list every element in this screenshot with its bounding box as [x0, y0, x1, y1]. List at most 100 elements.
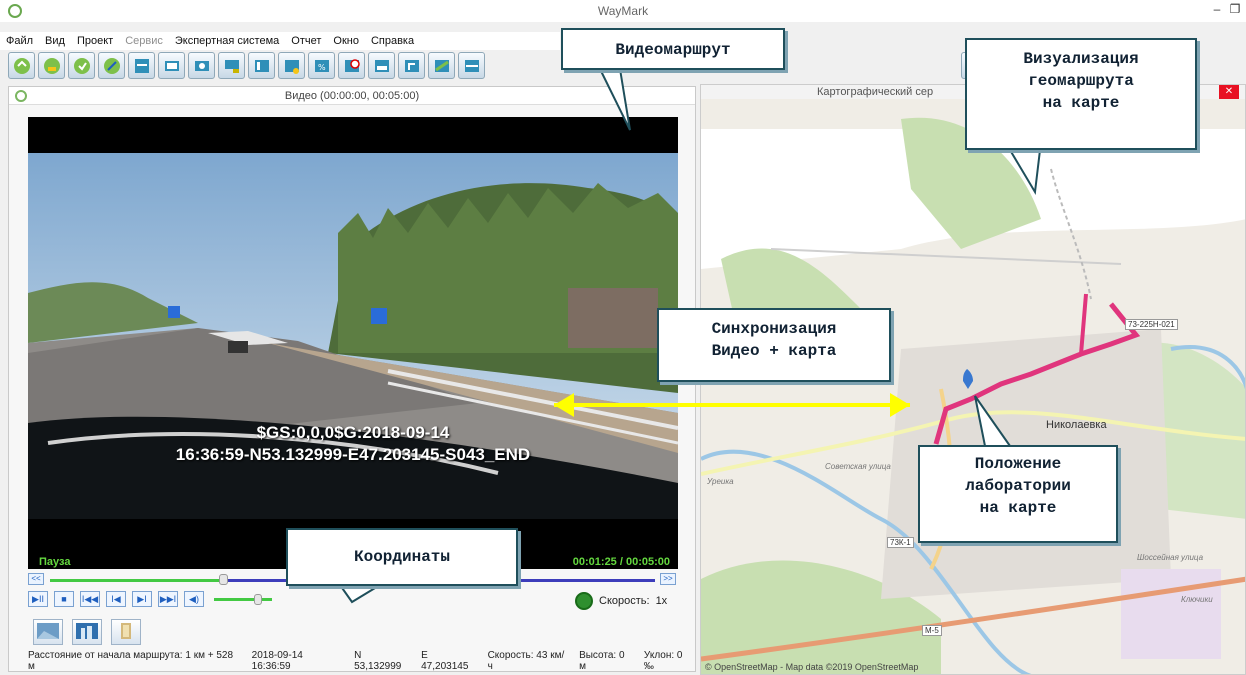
map-panel-title: Картографический сер: [817, 86, 934, 98]
toolbar-button[interactable]: [38, 52, 65, 79]
road-view-button[interactable]: [33, 619, 63, 645]
speed-value[interactable]: 1x: [656, 595, 668, 607]
seek-thumb[interactable]: [219, 574, 228, 585]
toolbar-button[interactable]: [188, 52, 215, 79]
menu-report[interactable]: Отчет: [285, 32, 327, 50]
menu-service[interactable]: Сервис: [119, 32, 169, 50]
map-street-label-1: Советская улица: [825, 462, 891, 471]
city-view-icon: [76, 623, 98, 639]
status-bar: Расстояние от начала маршрута: 1 км + 52…: [28, 650, 695, 672]
toolbar-button[interactable]: [158, 52, 185, 79]
map-road-label-1: 73-225Н-021: [1125, 319, 1178, 330]
menu-help[interactable]: Справка: [365, 32, 420, 50]
menu-window[interactable]: Окно: [327, 32, 365, 50]
volume-thumb[interactable]: [254, 593, 262, 605]
playback-time: 00:01:25 / 00:05:00: [572, 556, 670, 568]
road-view-icon: [37, 623, 59, 639]
playback-status: Пауза: [39, 556, 71, 568]
map-canvas[interactable]: [701, 99, 1246, 675]
toolbar-button[interactable]: [458, 52, 485, 79]
road-section-icon: [434, 59, 449, 72]
status-longitude: E 47,203145: [421, 650, 469, 672]
toolbar-button[interactable]: [368, 52, 395, 79]
toolbar-button[interactable]: [428, 52, 455, 79]
seek-forward-button[interactable]: >>: [660, 573, 676, 585]
road-defect-icon: [284, 59, 299, 74]
video-panel-title: Видео (00:00:00, 00:05:00): [284, 90, 420, 102]
menu-project[interactable]: Проект: [71, 32, 119, 50]
menu-expert-system[interactable]: Экспертная система: [169, 32, 285, 50]
road-window-icon: [254, 59, 269, 72]
lane-icon: [464, 59, 479, 72]
seek-track-played: [50, 579, 223, 582]
turn-icon: [404, 59, 419, 72]
playback-controls: ▶II ■ I◀◀ I◀ ▶I ▶▶I ◀): [28, 590, 272, 608]
seek-back-button[interactable]: <<: [28, 573, 44, 585]
video-window-icon: [164, 60, 179, 71]
toolbar-button[interactable]: [218, 52, 245, 79]
next-frame-button[interactable]: ▶I: [132, 591, 152, 607]
callout-sync: Синхронизация Видео + карта: [657, 308, 891, 382]
callout-map-line-1: Визуализация: [1023, 50, 1139, 68]
play-pause-button[interactable]: ▶II: [28, 591, 48, 607]
menu-view[interactable]: Вид: [39, 32, 71, 50]
toolbar-button[interactable]: [398, 52, 425, 79]
volume-slider[interactable]: [214, 593, 272, 605]
callout-sync-line-2: Видео + карта: [711, 342, 837, 360]
speed-sign-icon: [344, 58, 360, 72]
toolbar-button[interactable]: [338, 52, 365, 79]
car-icon: [374, 59, 389, 72]
status-altitude: Высота: 0 м: [579, 650, 625, 672]
toolbar-button[interactable]: [128, 52, 155, 79]
restore-button[interactable]: ❐: [1224, 2, 1246, 16]
map-close-button[interactable]: ✕: [1219, 85, 1239, 99]
toolbar-button[interactable]: [98, 52, 125, 79]
callout-map-visualization: Визуализация геомаршрута на карте: [965, 38, 1197, 150]
city-view-button[interactable]: [72, 619, 102, 645]
callout-video-route: Видеомаршрут: [561, 28, 785, 70]
status-speed: Скорость: 43 км/ч: [487, 650, 565, 672]
menu-file[interactable]: Файл: [0, 32, 39, 50]
prev-frame-button[interactable]: I◀: [106, 591, 126, 607]
callout-map-line-2: геомаршрута: [1028, 72, 1134, 90]
stop-button[interactable]: ■: [54, 591, 74, 607]
app-window: WayMark – ❐ Файл Вид Проект Сервис Экспе…: [0, 0, 1246, 675]
svg-text:%: %: [318, 63, 326, 72]
title-bar: WayMark – ❐: [0, 0, 1246, 22]
camera-window-icon: [194, 60, 209, 71]
toolbar-button[interactable]: [68, 52, 95, 79]
first-frame-button[interactable]: I◀◀: [80, 591, 100, 607]
window-layout-icon: [134, 58, 149, 73]
toolbar-button[interactable]: [248, 52, 275, 79]
callout-lab-line-3: на карте: [979, 499, 1057, 517]
callout-lab-line-2: лаборатории: [965, 477, 1071, 495]
speed-control: Скорость: 1x: [575, 592, 667, 610]
callout-map-line-3: на карте: [1042, 94, 1120, 112]
panorama-view-button[interactable]: [111, 619, 141, 645]
panorama-view-icon: [121, 623, 131, 639]
toolbar-button[interactable]: [8, 52, 35, 79]
panel-logo-icon: [15, 90, 27, 102]
map-attribution: © OpenStreetMap - Map data ©2019 OpenStr…: [705, 662, 919, 672]
open-project-icon: [43, 57, 60, 74]
volume-button[interactable]: ◀): [184, 591, 204, 607]
map-town-label: Николаевка: [1046, 419, 1107, 431]
toolbar-button[interactable]: %: [308, 52, 335, 79]
map-road-label-3: М-5: [922, 625, 942, 636]
status-latitude: N 53,132999: [354, 650, 402, 672]
map-place-label: Ключики: [1181, 595, 1213, 604]
callout-coordinates: Координаты: [286, 528, 518, 586]
last-frame-button[interactable]: ▶▶I: [158, 591, 178, 607]
menu-bar: Файл Вид Проект Сервис Экспертная систем…: [0, 32, 560, 50]
status-slope: Уклон: 0 ‰: [643, 650, 683, 672]
callout-video-route-text: Видеомаршрут: [615, 41, 731, 59]
callout-lab-line-1: Положение: [974, 455, 1062, 473]
speed-label: Скорость:: [599, 595, 650, 607]
status-distance: Расстояние от начала маршрута: 1 км + 52…: [28, 650, 234, 672]
video-player[interactable]: $GS:0,0,0$G:2018-09-14 16:36:59-N53.1329…: [28, 117, 678, 569]
zoom-icon[interactable]: [575, 592, 593, 610]
toolbar-button[interactable]: [278, 52, 305, 79]
save-project-icon: [73, 57, 90, 74]
video-panel-header: Видео (00:00:00, 00:05:00): [9, 87, 695, 105]
edit-project-icon: [103, 57, 120, 74]
